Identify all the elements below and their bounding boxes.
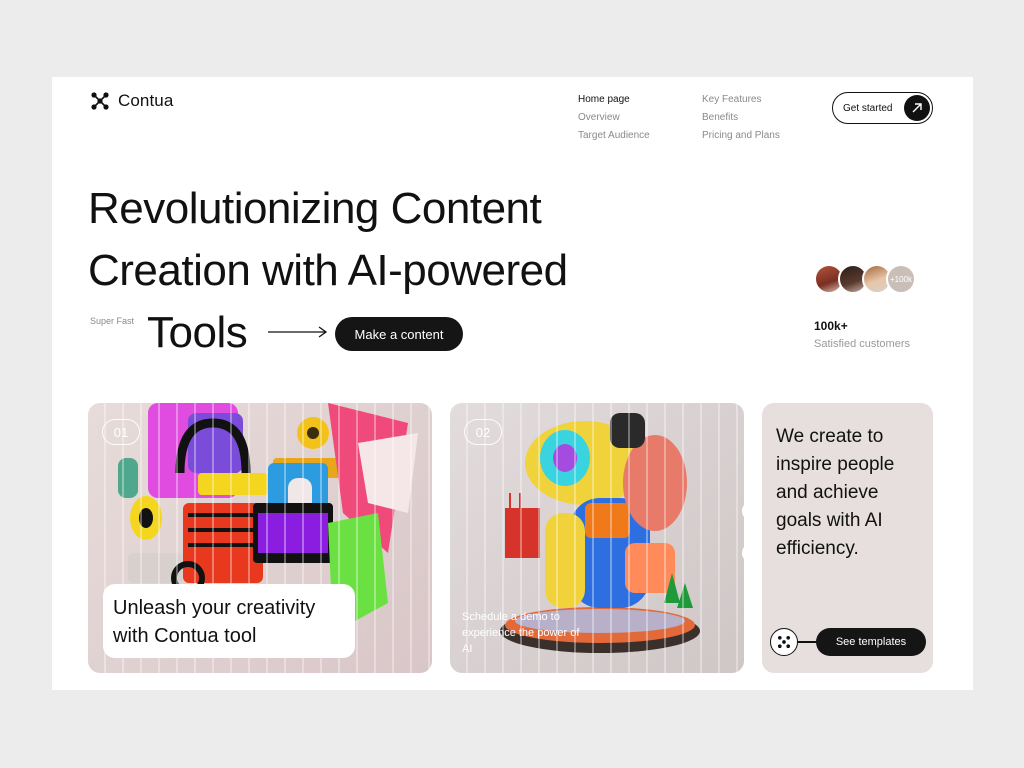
feature-card-3: We create to inspire people and achieve … <box>762 403 933 673</box>
more-customers-badge: +100k <box>886 264 916 294</box>
get-started-label: Get started <box>843 102 893 114</box>
card-number-badge: 02 <box>464 419 502 445</box>
nav-link-pricing[interactable]: Pricing and Plans <box>702 129 780 143</box>
hero-title-line-2: Creation with AI-powered <box>88 246 568 295</box>
brand-name: Contua <box>118 91 174 110</box>
feature-card-1[interactable]: 01 Unleash your creativity with Contua t… <box>88 403 432 673</box>
contua-logo-icon <box>91 92 109 110</box>
card-3-statement: We create to inspire people and achieve … <box>776 426 895 559</box>
nav-column-2: Key Features Benefits Pricing and Plans <box>702 93 780 143</box>
page-frame: Contua Home page Overview Target Audienc… <box>52 77 973 690</box>
card-number-badge: 01 <box>102 419 140 445</box>
arrow-up-right-icon <box>904 95 930 121</box>
customers-label: Satisfied customers <box>814 338 910 350</box>
card-2-caption: Schedule a demo to experience the power … <box>462 611 580 655</box>
contua-mini-logo-icon <box>770 628 798 656</box>
nav-link-overview[interactable]: Overview <box>578 111 650 125</box>
get-started-button[interactable]: Get started <box>832 92 933 124</box>
card-notch <box>742 501 762 521</box>
brand-logo[interactable]: Contua <box>90 91 173 111</box>
nav-column-1: Home page Overview Target Audience <box>578 93 650 143</box>
nav-link-target-audience[interactable]: Target Audience <box>578 129 650 143</box>
nav-link-home[interactable]: Home page <box>578 93 650 107</box>
card-notch <box>742 543 762 563</box>
hero-title-line-3: Tools <box>147 308 248 357</box>
nav-link-benefits[interactable]: Benefits <box>702 111 780 125</box>
see-templates-button[interactable]: See templates <box>816 628 926 656</box>
connector-line <box>797 641 817 643</box>
nav-link-key-features[interactable]: Key Features <box>702 93 780 107</box>
super-fast-tag: Super Fast <box>90 316 135 326</box>
long-arrow-right-icon <box>268 326 328 338</box>
hero-title-line-1: Revolutionizing Content <box>88 184 542 233</box>
make-content-button[interactable]: Make a content <box>335 317 463 351</box>
customers-count: 100k+ <box>814 319 848 333</box>
feature-card-2[interactable]: 02 Schedule a demo to experience the pow… <box>450 403 744 673</box>
card-1-caption: Unleash your creativity with Contua tool <box>103 584 355 658</box>
